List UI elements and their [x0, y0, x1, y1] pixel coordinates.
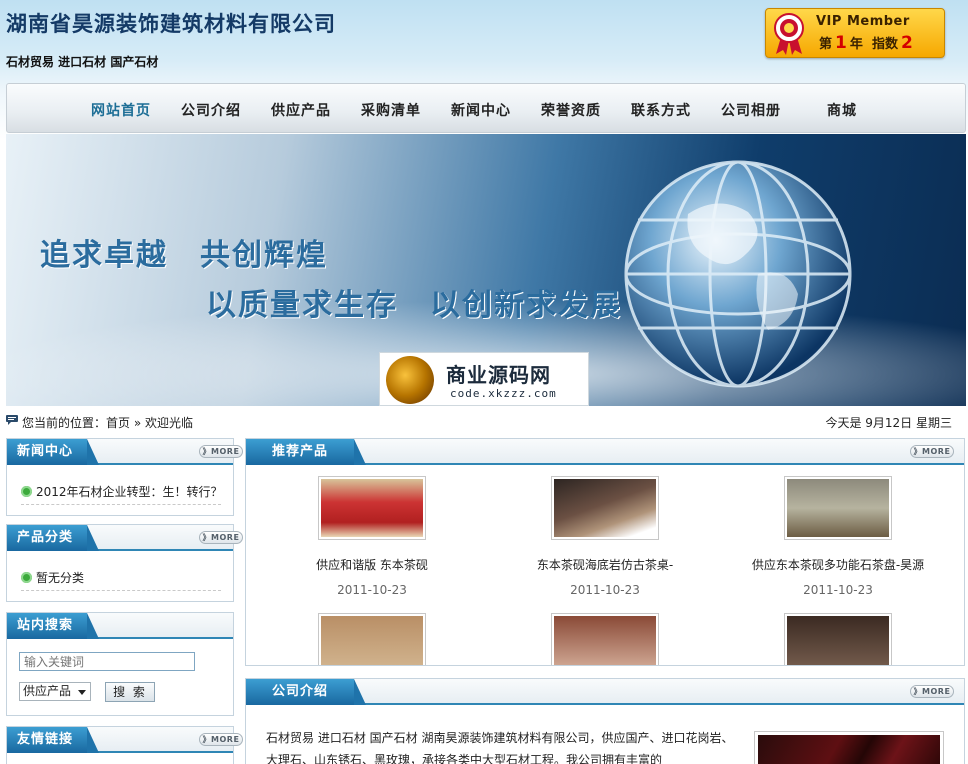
links-title: 友情链接 — [7, 727, 100, 753]
nav-supply-products[interactable]: 供应产品 — [271, 100, 331, 120]
product-card[interactable]: 供应和谐版 东本茶砚 2011-10-23 — [272, 476, 472, 597]
watermark-logo[interactable]: 商业源码网 code.xkzzz.com — [379, 352, 589, 406]
nav-home[interactable]: 网站首页 — [91, 100, 151, 120]
site-title: 湖南省昊源装饰建筑材料有限公司 — [6, 12, 336, 36]
speech-bubble-icon — [6, 415, 18, 425]
product-thumbnail[interactable] — [784, 476, 892, 540]
about-text: 石材贸易 进口石材 国产石材 湖南昊源装饰建筑材料有限公司，供应国产、进口花岗岩… — [266, 731, 734, 764]
product-name[interactable]: 供应和谐版 东本茶砚 — [272, 556, 472, 573]
news-title: 新闻中心 — [7, 439, 100, 465]
search-select-value: 供应产品 — [23, 684, 72, 698]
breadcrumb-current: 欢迎光临 — [145, 416, 194, 430]
links-box: 友情链接 》MORE — [6, 726, 243, 764]
about-image-content — [758, 735, 940, 764]
breadcrumb-label: 您当前的位置： — [22, 416, 107, 430]
about-box: 公司介绍 》MORE 石材贸易 进口石材 国产石材 湖南昊源装饰建筑材料有限公司… — [245, 678, 965, 764]
about-title: 公司介绍 — [246, 679, 367, 705]
vip-member-badge[interactable]: VIP Member 第1年 指数 2 — [765, 8, 945, 58]
product-card[interactable] — [505, 613, 705, 665]
products-more-button[interactable]: 》MORE — [910, 445, 954, 458]
watermark-title: 商业源码网 — [446, 363, 551, 387]
product-card[interactable] — [272, 613, 472, 665]
product-image — [321, 479, 423, 537]
product-image — [554, 479, 656, 537]
category-item-text: 暂无分类 — [36, 571, 85, 585]
hero-banner: 追求卓越 共创辉煌 以质量求生存 以创新求发展 商业源码网 code.xkzzz… — [6, 134, 966, 406]
chevron-down-icon — [78, 690, 86, 695]
product-image — [554, 616, 656, 665]
nav-company-intro[interactable]: 公司介绍 — [181, 100, 241, 120]
about-header: 公司介绍 — [246, 679, 964, 705]
site-tagline: 石材贸易 进口石材 国产石材 — [6, 55, 159, 69]
about-image — [754, 731, 944, 764]
product-image — [787, 479, 889, 537]
search-box: 站内搜索 供应产品 搜 索 — [6, 612, 234, 716]
watermark-url: code.xkzzz.com — [450, 387, 557, 400]
product-thumbnail[interactable] — [318, 476, 426, 540]
nav-contact[interactable]: 联系方式 — [631, 100, 691, 120]
product-date: 2011-10-23 — [570, 583, 640, 597]
main-nav: 网站首页 公司介绍 供应产品 采购清单 新闻中心 荣誉资质 联系方式 公司相册 … — [6, 83, 966, 133]
bullet-icon — [21, 486, 32, 497]
product-date: 2011-10-23 — [337, 583, 407, 597]
about-more-button[interactable]: 》MORE — [910, 685, 954, 698]
products-header: 推荐产品 — [246, 439, 964, 465]
products-box: 推荐产品 》MORE 供应和谐版 东本茶砚 2011-10-23 东本茶砚海底岩… — [245, 438, 965, 666]
banner-slogan-1: 追求卓越 共创辉煌 — [40, 238, 328, 273]
nav-news-center[interactable]: 新闻中心 — [451, 100, 511, 120]
news-item[interactable]: 2012年石材企业转型：生！转行？ — [21, 483, 223, 500]
nav-company-album[interactable]: 公司相册 — [721, 100, 781, 120]
product-thumbnail[interactable] — [784, 613, 892, 665]
search-button[interactable]: 搜 索 — [105, 682, 155, 702]
category-more-button[interactable]: 》MORE — [199, 531, 243, 544]
nav-purchase-list[interactable]: 采购清单 — [361, 100, 421, 120]
search-title: 站内搜索 — [7, 613, 100, 639]
product-card[interactable] — [738, 613, 938, 665]
product-name[interactable]: 供应东本茶砚多功能石茶盘-昊源 — [738, 556, 938, 573]
category-title: 产品分类 — [7, 525, 100, 551]
location-bar: 您当前的位置：首页 » 欢迎光临 今天是 9月12日 星期三 — [6, 412, 966, 432]
nav-mall[interactable]: 商城 — [827, 100, 857, 120]
product-name[interactable]: 东本茶砚海底岩仿古茶桌- — [505, 556, 705, 573]
search-input[interactable] — [19, 652, 195, 671]
vip-years: 1 — [835, 33, 847, 53]
globe-graphic — [624, 160, 852, 388]
category-item[interactable]: 暂无分类 — [21, 569, 84, 586]
products-title: 推荐产品 — [246, 439, 367, 465]
breadcrumb: 您当前的位置：首页 » 欢迎光临 — [22, 414, 193, 431]
nav-honors[interactable]: 荣誉资质 — [541, 100, 601, 120]
product-card[interactable]: 东本茶砚海底岩仿古茶桌- 2011-10-23 — [505, 476, 705, 597]
today-date: 今天是 9月12日 星期三 — [825, 416, 952, 430]
product-image — [787, 616, 889, 665]
product-thumbnail[interactable] — [318, 613, 426, 665]
banner-slogan-2: 以质量求生存 以创新求发展 — [206, 288, 622, 323]
search-category-select[interactable]: 供应产品 — [19, 682, 91, 701]
breadcrumb-home[interactable]: 首页 — [106, 416, 130, 430]
product-card[interactable]: 供应东本茶砚多功能石茶盘-昊源 2011-10-23 — [738, 476, 938, 597]
news-box: 新闻中心 》MORE 2012年石材企业转型：生！转行？ — [6, 438, 243, 516]
vip-stats: 第1年 指数 2 — [819, 33, 916, 53]
vip-index: 2 — [900, 33, 913, 53]
breadcrumb-separator: » — [133, 416, 142, 430]
bullet-icon — [21, 572, 32, 583]
news-more-button[interactable]: 》MORE — [199, 445, 243, 458]
vip-year-unit: 年 — [849, 37, 863, 52]
vip-prefix: 第 — [819, 37, 833, 52]
links-more-button[interactable]: 》MORE — [199, 733, 243, 746]
ribbon-medal-icon — [774, 13, 804, 55]
emblem-icon — [386, 356, 434, 404]
product-thumbnail[interactable] — [551, 476, 659, 540]
category-box: 产品分类 》MORE 暂无分类 — [6, 524, 243, 602]
vip-title: VIP Member — [816, 14, 910, 29]
news-item-text: 2012年石材企业转型：生！转行？ — [36, 485, 223, 499]
product-date: 2011-10-23 — [803, 583, 873, 597]
vip-index-label: 指数 — [871, 37, 898, 52]
search-header: 站内搜索 — [7, 613, 233, 639]
divider — [21, 504, 221, 505]
divider — [21, 590, 221, 591]
product-image — [321, 616, 423, 665]
product-thumbnail[interactable] — [551, 613, 659, 665]
